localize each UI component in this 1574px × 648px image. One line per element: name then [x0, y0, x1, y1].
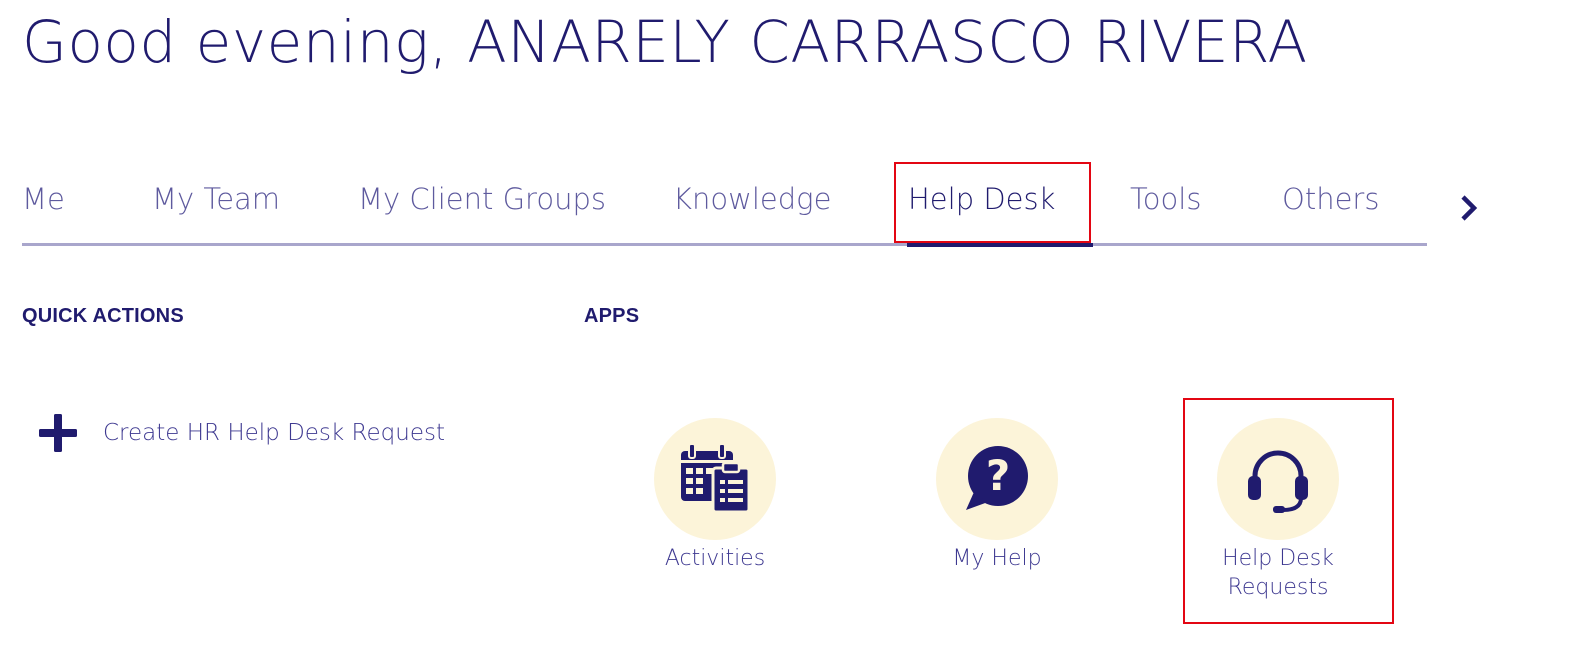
app-my-help[interactable]: ? My Help — [897, 418, 1097, 573]
greeting-heading: Good evening, ANARELY CARRASCO RIVERA — [22, 8, 1308, 76]
plus-icon — [36, 411, 80, 455]
tabs-next-button[interactable] — [1452, 188, 1486, 228]
app-label: My Help — [952, 546, 1042, 571]
help-desk-home-page: Good evening, ANARELY CARRASCO RIVERA Me… — [0, 0, 1574, 648]
headset-icon — [1248, 450, 1308, 513]
create-hr-help-desk-request-action[interactable]: Create HR Help Desk Request — [36, 410, 445, 456]
svg-text:?: ? — [986, 451, 1010, 500]
calendar-clipboard-icon — [681, 443, 751, 514]
app-help-desk-requests[interactable]: Help Desk Requests — [1178, 418, 1378, 602]
app-icon-circle — [1217, 418, 1339, 540]
tab-knowledge[interactable]: Knowledge — [673, 182, 831, 216]
app-label: Activities — [664, 546, 766, 571]
tab-bar: Me My Team My Client Groups Knowledge He… — [22, 170, 1427, 248]
app-label: Help Desk Requests — [1222, 546, 1334, 600]
question-bubble-icon: ? — [966, 446, 1028, 510]
tab-bar-baseline — [22, 243, 1427, 246]
tab-my-team[interactable]: My Team — [152, 182, 280, 216]
chevron-right-icon — [1461, 195, 1478, 221]
tab-tools[interactable]: Tools — [1130, 182, 1201, 216]
quick-actions-heading: QUICK ACTIONS — [22, 305, 184, 327]
apps-heading: APPS — [584, 305, 640, 327]
tab-help-desk[interactable]: Help Desk — [908, 182, 1055, 216]
quick-action-label: Create HR Help Desk Request — [103, 420, 445, 446]
app-icon-circle: ? — [936, 418, 1058, 540]
app-icon-circle — [654, 418, 776, 540]
tab-my-client-groups[interactable]: My Client Groups — [358, 182, 606, 216]
tab-others[interactable]: Others — [1282, 182, 1379, 216]
tab-me[interactable]: Me — [22, 182, 65, 216]
app-activities[interactable]: Activities — [615, 418, 815, 573]
active-tab-indicator — [907, 243, 1093, 247]
